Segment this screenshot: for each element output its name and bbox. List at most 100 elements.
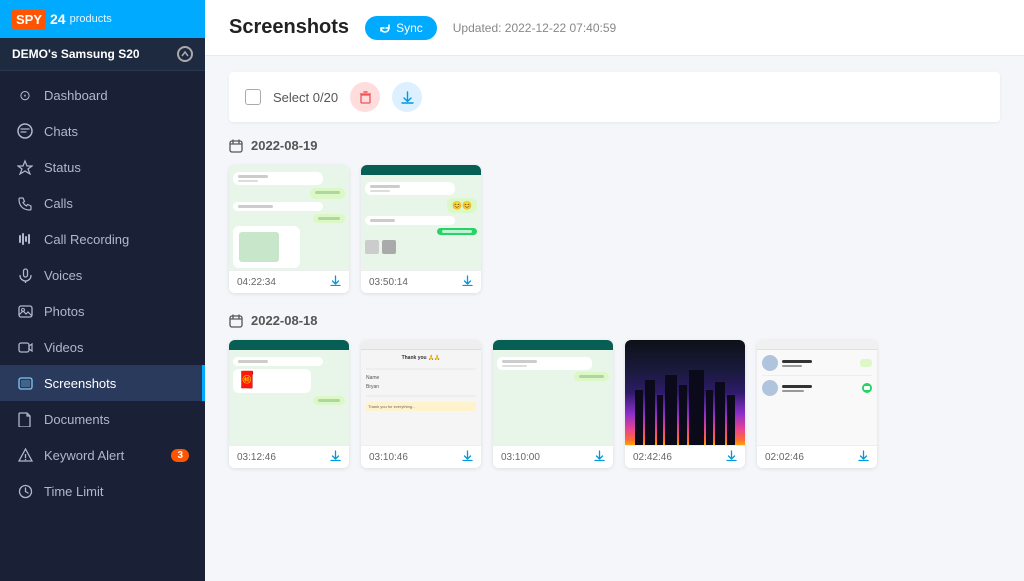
logo-24: 24 — [50, 11, 66, 27]
screenshot-footer: 04:22:34 — [229, 270, 349, 293]
updated-text: Updated: 2022-12-22 07:40:59 — [453, 21, 616, 35]
date-section-2022-08-19: 2022-08-19 — [229, 138, 1000, 293]
sidebar-label-documents: Documents — [44, 412, 110, 427]
download-single-icon[interactable] — [330, 450, 341, 464]
screenshot-card[interactable]: 02:42:46 — [625, 340, 745, 468]
screenshot-footer: 03:10:00 — [493, 445, 613, 468]
chats-icon — [16, 122, 34, 140]
download-icon — [401, 91, 414, 104]
screenshots-grid-2: 🧧 03:12:46 — [229, 340, 1000, 468]
call-recording-icon — [16, 230, 34, 248]
page-title: Screenshots — [229, 16, 349, 39]
logo-products: products — [70, 13, 112, 25]
sidebar-item-voices[interactable]: Voices — [0, 257, 205, 293]
keyword-alert-icon — [16, 446, 34, 464]
device-name: DEMO's Samsung S20 — [12, 47, 140, 61]
sync-label: Sync — [396, 21, 423, 35]
main-content: Screenshots Sync Updated: 2022-12-22 07:… — [205, 0, 1024, 581]
sidebar-item-status[interactable]: Status — [0, 149, 205, 185]
calendar-icon-1 — [229, 139, 243, 153]
delete-button[interactable] — [350, 82, 380, 112]
screenshot-thumb: 🧧 — [229, 340, 349, 445]
date-header-2: 2022-08-18 — [229, 313, 1000, 328]
screenshot-card[interactable]: 😊😊 — [361, 165, 481, 293]
status-icon — [16, 158, 34, 176]
screenshot-card[interactable]: 04:22:34 — [229, 165, 349, 293]
screenshot-card[interactable]: Thank you 🙏🙏 Name Bryan Thank you for ev… — [361, 340, 481, 468]
timestamp: 02:02:46 — [765, 452, 804, 463]
screenshot-card[interactable]: 02:02:46 — [757, 340, 877, 468]
timestamp: 03:10:46 — [369, 452, 408, 463]
sidebar: SPY 24 products DEMO's Samsung S20 ⊙ Das… — [0, 0, 205, 581]
screenshot-footer: 03:12:46 — [229, 445, 349, 468]
content-area: Select 0/20 — [205, 56, 1024, 581]
sync-button[interactable]: Sync — [365, 16, 437, 40]
screenshot-footer: 03:50:14 — [361, 270, 481, 293]
download-single-icon[interactable] — [594, 450, 605, 464]
sidebar-label-calls: Calls — [44, 196, 73, 211]
calls-icon — [16, 194, 34, 212]
dashboard-icon: ⊙ — [16, 86, 34, 104]
timestamp: 03:10:00 — [501, 452, 540, 463]
timestamp: 03:50:14 — [369, 277, 408, 288]
timestamp: 04:22:34 — [237, 277, 276, 288]
screenshot-card[interactable]: 🧧 03:12:46 — [229, 340, 349, 468]
sidebar-item-documents[interactable]: Documents — [0, 401, 205, 437]
nav-menu: ⊙ Dashboard Chats Status Calls — [0, 71, 205, 581]
download-single-icon[interactable] — [462, 450, 473, 464]
screenshot-thumb — [493, 340, 613, 445]
sidebar-label-dashboard: Dashboard — [44, 88, 108, 103]
download-single-icon[interactable] — [462, 275, 473, 289]
keyword-alert-badge: 3 — [171, 449, 189, 462]
logo-spy: SPY — [12, 10, 46, 29]
sidebar-label-videos: Videos — [44, 340, 84, 355]
sidebar-label-voices: Voices — [44, 268, 82, 283]
sidebar-item-dashboard[interactable]: ⊙ Dashboard — [0, 77, 205, 113]
videos-icon — [16, 338, 34, 356]
sidebar-label-photos: Photos — [44, 304, 84, 319]
sidebar-item-time-limit[interactable]: Time Limit — [0, 473, 205, 509]
download-all-button[interactable] — [392, 82, 422, 112]
download-single-icon[interactable] — [330, 275, 341, 289]
device-toggle[interactable] — [177, 46, 193, 62]
date-section-2022-08-18: 2022-08-18 🧧 — [229, 313, 1000, 468]
photos-icon — [16, 302, 34, 320]
download-single-icon[interactable] — [858, 450, 869, 464]
device-bar: DEMO's Samsung S20 — [0, 38, 205, 71]
date-label-1: 2022-08-19 — [251, 138, 318, 153]
sidebar-item-calls[interactable]: Calls — [0, 185, 205, 221]
date-header-1: 2022-08-19 — [229, 138, 1000, 153]
sidebar-label-chats: Chats — [44, 124, 78, 139]
logo-area: SPY 24 products — [12, 10, 112, 29]
select-bar: Select 0/20 — [229, 72, 1000, 122]
sidebar-label-call-recording: Call Recording — [44, 232, 129, 247]
sidebar-item-chats[interactable]: Chats — [0, 113, 205, 149]
screenshot-card[interactable]: 03:10:00 — [493, 340, 613, 468]
screenshot-thumb: 😊😊 — [361, 165, 481, 270]
voices-icon — [16, 266, 34, 284]
select-label: Select 0/20 — [273, 90, 338, 105]
sidebar-item-screenshots[interactable]: Screenshots — [0, 365, 205, 401]
sidebar-item-photos[interactable]: Photos — [0, 293, 205, 329]
date-label-2: 2022-08-18 — [251, 313, 318, 328]
screenshot-thumb — [625, 340, 745, 445]
timestamp: 02:42:46 — [633, 452, 672, 463]
sidebar-item-call-recording[interactable]: Call Recording — [0, 221, 205, 257]
screenshots-icon — [16, 374, 34, 392]
sidebar-item-keyword-alert[interactable]: Keyword Alert 3 — [0, 437, 205, 473]
select-all-checkbox[interactable] — [245, 89, 261, 105]
sidebar-header: SPY 24 products — [0, 0, 205, 38]
sidebar-label-time-limit: Time Limit — [44, 484, 103, 499]
sidebar-label-keyword-alert: Keyword Alert — [44, 448, 124, 463]
download-single-icon[interactable] — [726, 450, 737, 464]
documents-icon — [16, 410, 34, 428]
sidebar-item-videos[interactable]: Videos — [0, 329, 205, 365]
sidebar-label-status: Status — [44, 160, 81, 175]
sidebar-label-screenshots: Screenshots — [44, 376, 116, 391]
screenshot-thumb — [757, 340, 877, 445]
screenshot-thumb: Thank you 🙏🙏 Name Bryan Thank you for ev… — [361, 340, 481, 445]
trash-icon — [359, 91, 372, 104]
screenshots-grid-1: 04:22:34 — [229, 165, 1000, 293]
sync-icon — [379, 22, 391, 34]
screenshot-footer: 03:10:46 — [361, 445, 481, 468]
